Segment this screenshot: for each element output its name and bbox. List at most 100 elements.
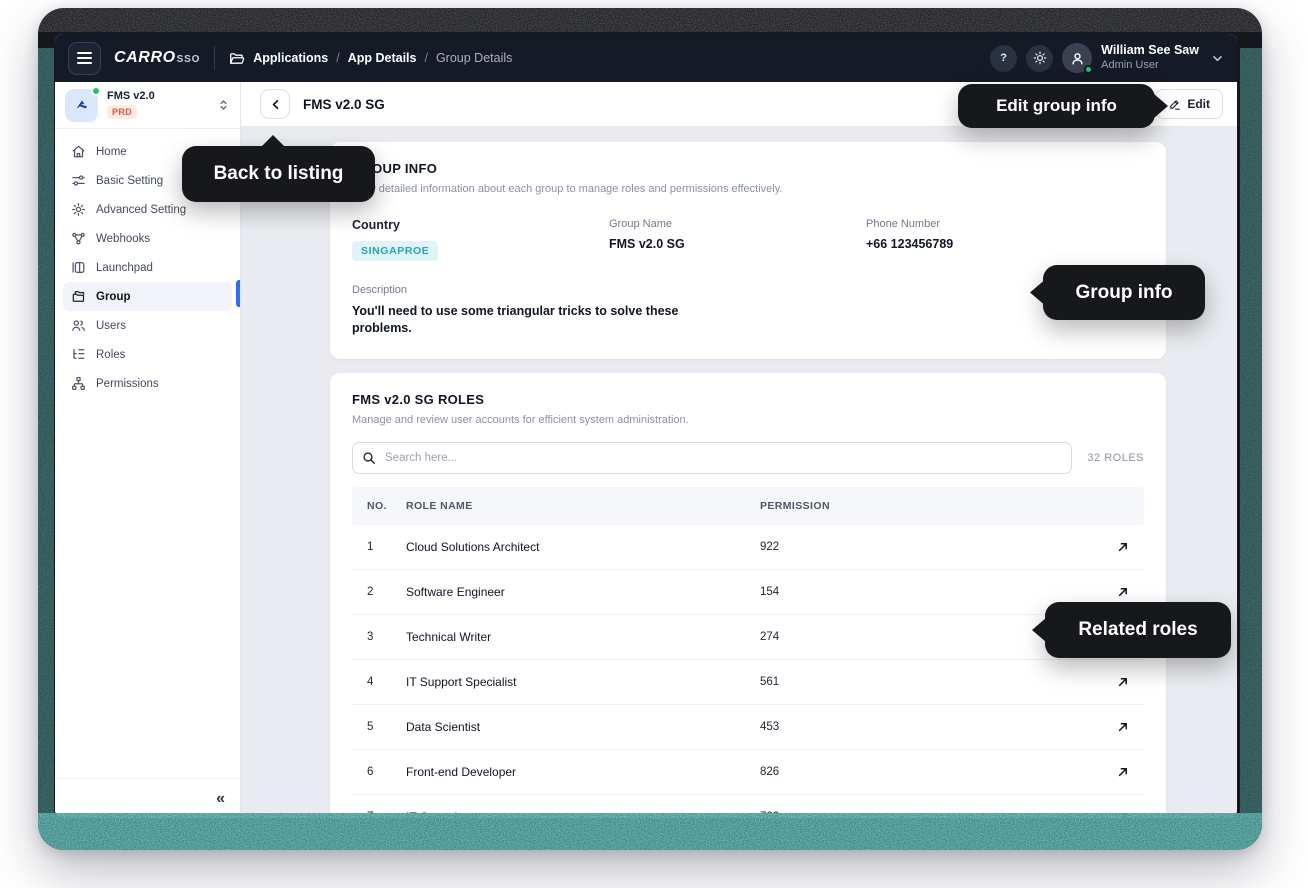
top-bar: CARRO SSO Applications / App Details / G… bbox=[55, 34, 1237, 82]
phone-label: Phone Number bbox=[866, 218, 1144, 230]
open-role-icon[interactable] bbox=[1117, 766, 1129, 778]
country-badge: SINGAPROE bbox=[352, 241, 438, 261]
group-info-title: GROUP INFO bbox=[352, 161, 1144, 176]
sidebar-item-label: Webhooks bbox=[96, 233, 150, 245]
table-row[interactable]: 1 Cloud Solutions Architect 922 bbox=[352, 525, 1144, 570]
user-avatar[interactable] bbox=[1062, 43, 1092, 73]
callout-edit-group-info: Edit group info bbox=[958, 84, 1155, 128]
open-role-icon[interactable] bbox=[1117, 541, 1129, 553]
open-role-icon[interactable] bbox=[1117, 586, 1129, 598]
theme-toggle-button[interactable] bbox=[1026, 45, 1053, 72]
field-description: Description You'll need to use some tria… bbox=[352, 284, 1144, 337]
table-row[interactable]: 3 Technical Writer 274 bbox=[352, 615, 1144, 660]
callout-related-roles: Related roles bbox=[1045, 602, 1231, 658]
callout-label: Edit group info bbox=[996, 96, 1117, 116]
group-info-card: GROUP INFO View detailed information abo… bbox=[330, 142, 1166, 359]
help-button[interactable]: ? bbox=[990, 45, 1017, 72]
chevron-left-icon bbox=[269, 98, 282, 111]
sidebar-item-label: Launchpad bbox=[96, 262, 153, 274]
back-button[interactable] bbox=[260, 89, 290, 119]
gear-icon bbox=[71, 202, 86, 217]
app-selector-name: FMS v2.0 bbox=[107, 90, 155, 102]
row-permission: 453 bbox=[760, 721, 1099, 733]
open-role-icon[interactable] bbox=[1117, 721, 1129, 733]
logo-text-secondary: SSO bbox=[177, 54, 201, 65]
search-icon bbox=[362, 451, 376, 465]
sidebar-item-users[interactable]: Users bbox=[63, 311, 232, 340]
table-row[interactable]: 7 IT Consultant 703 bbox=[352, 795, 1144, 818]
table-row[interactable]: 4 IT Support Specialist 561 bbox=[352, 660, 1144, 705]
sun-icon bbox=[1033, 51, 1047, 65]
row-no: 6 bbox=[367, 766, 406, 778]
field-phone: Phone Number +66 123456789 bbox=[866, 218, 1144, 261]
sidebar-item-permissions[interactable]: Permissions bbox=[63, 369, 232, 398]
noise-texture-top bbox=[38, 8, 1262, 32]
divider bbox=[214, 46, 215, 70]
row-role-name: Front-end Developer bbox=[406, 765, 760, 779]
column-no: NO. bbox=[367, 500, 406, 512]
roles-count: 32 ROLES bbox=[1087, 452, 1144, 464]
description-label: Description bbox=[352, 284, 1144, 296]
row-role-name: Software Engineer bbox=[406, 585, 760, 599]
breadcrumb-applications[interactable]: Applications bbox=[253, 51, 328, 65]
callout-label: Group info bbox=[1075, 282, 1172, 304]
question-icon: ? bbox=[1000, 52, 1007, 64]
table-header: NO. ROLE NAME PERMISSION bbox=[352, 487, 1144, 525]
open-role-icon[interactable] bbox=[1117, 811, 1129, 818]
chevron-down-icon[interactable] bbox=[1211, 52, 1224, 65]
sidebar-item-label: Advanced Setting bbox=[96, 204, 186, 216]
noise-texture-right bbox=[1240, 48, 1262, 818]
noise-texture-left bbox=[38, 48, 54, 818]
group-name-value: FMS v2.0 SG bbox=[609, 237, 866, 251]
sidebar-item-label: Roles bbox=[96, 349, 125, 361]
row-permission: 922 bbox=[760, 541, 1099, 553]
field-country: Country SINGAPROE bbox=[352, 218, 609, 261]
row-permission: 826 bbox=[760, 766, 1099, 778]
breadcrumb: Applications / App Details / Group Detai… bbox=[229, 51, 512, 66]
open-role-icon[interactable] bbox=[1117, 676, 1129, 688]
row-permission: 561 bbox=[760, 676, 1099, 688]
callout-label: Back to listing bbox=[214, 163, 344, 185]
fms-logo-icon bbox=[73, 96, 91, 114]
selector-sort-icon[interactable] bbox=[217, 98, 230, 112]
column-permission: PERMISSION bbox=[760, 500, 1099, 512]
table-row[interactable]: 5 Data Scientist 453 bbox=[352, 705, 1144, 750]
user-info[interactable]: William See Saw Admin User bbox=[1101, 43, 1199, 72]
sidebar-item-label: Users bbox=[96, 320, 126, 332]
sidebar-item-launchpad[interactable]: Launchpad bbox=[63, 253, 232, 282]
table-row[interactable]: 6 Front-end Developer 826 bbox=[352, 750, 1144, 795]
hierarchy-icon bbox=[71, 376, 86, 391]
env-badge: PRD bbox=[107, 105, 137, 119]
sidebar-item-webhooks[interactable]: Webhooks bbox=[63, 224, 232, 253]
online-status-dot bbox=[1084, 65, 1093, 74]
sidebar-item-roles[interactable]: Roles bbox=[63, 340, 232, 369]
sidebar-item-label: Basic Setting bbox=[96, 175, 163, 187]
app-selector[interactable]: FMS v2.0 PRD bbox=[55, 82, 240, 129]
sidebar-item-label: Home bbox=[96, 146, 127, 158]
phone-value: +66 123456789 bbox=[866, 237, 1144, 251]
row-no: 7 bbox=[367, 811, 406, 818]
screenshot-frame: CARRO SSO Applications / App Details / G… bbox=[38, 8, 1262, 850]
table-row[interactable]: 2 Software Engineer 154 bbox=[352, 570, 1144, 615]
noise-texture-bottom bbox=[38, 813, 1262, 850]
sidebar-item-group[interactable]: Group bbox=[63, 282, 232, 311]
sidebar-collapse-button[interactable]: « bbox=[55, 778, 240, 818]
folders-icon bbox=[71, 289, 86, 304]
breadcrumb-app-details[interactable]: App Details bbox=[348, 51, 417, 65]
sidebar-item-label: Group bbox=[96, 291, 131, 303]
breadcrumb-separator: / bbox=[424, 51, 427, 65]
search-input[interactable] bbox=[352, 442, 1072, 474]
sliders-icon bbox=[71, 173, 86, 188]
webhook-icon bbox=[71, 231, 86, 246]
search-box bbox=[352, 442, 1072, 474]
row-no: 2 bbox=[367, 586, 406, 598]
app-status-dot bbox=[91, 86, 101, 96]
user-name: William See Saw bbox=[1101, 43, 1199, 59]
row-no: 4 bbox=[367, 676, 406, 688]
callout-group-info: Group info bbox=[1043, 265, 1205, 320]
launchpad-icon bbox=[71, 260, 86, 275]
callout-label: Related roles bbox=[1078, 619, 1197, 641]
menu-icon[interactable] bbox=[68, 42, 101, 75]
breadcrumb-group-details: Group Details bbox=[436, 51, 512, 65]
row-role-name: Cloud Solutions Architect bbox=[406, 540, 760, 554]
